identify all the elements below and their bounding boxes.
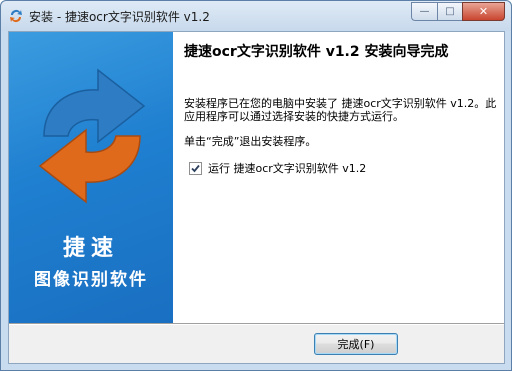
completion-description: 安装程序已在您的电脑中安装了 捷速ocr文字识别软件 v1.2。此应用程序可以通… bbox=[184, 97, 497, 123]
minimize-icon: — bbox=[419, 6, 430, 17]
installer-window: 安装 - 捷速ocr文字识别软件 v1.2 — □ ✕ 捷速 图像识别软件 捷速… bbox=[0, 0, 512, 371]
close-icon: ✕ bbox=[478, 5, 489, 18]
footer-divider bbox=[9, 323, 504, 325]
window-controls: — □ ✕ bbox=[411, 2, 505, 21]
finish-button[interactable]: 完成(F) bbox=[314, 333, 398, 355]
close-button[interactable]: ✕ bbox=[462, 2, 505, 21]
run-app-label: 运行 捷速ocr文字识别软件 v1.2 bbox=[208, 162, 367, 175]
maximize-button[interactable]: □ bbox=[437, 2, 462, 21]
minimize-button[interactable]: — bbox=[411, 2, 437, 21]
wizard-client-area: 捷速 图像识别软件 捷速ocr文字识别软件 v1.2 安装向导完成 安装程序已在… bbox=[8, 31, 505, 364]
finish-hint: 单击“完成”退出安装程序。 bbox=[184, 135, 317, 148]
title-bar[interactable]: 安装 - 捷速ocr文字识别软件 v1.2 — □ ✕ bbox=[1, 1, 511, 31]
banner-title: 捷速 bbox=[62, 236, 119, 261]
banner-subtitle: 图像识别软件 bbox=[34, 270, 148, 290]
maximize-icon: □ bbox=[445, 6, 455, 17]
checkmark-icon bbox=[191, 164, 200, 172]
wizard-content: 捷速ocr文字识别软件 v1.2 安装向导完成 安装程序已在您的电脑中安装了 捷… bbox=[173, 32, 504, 323]
refresh-arrows-logo-icon bbox=[38, 68, 146, 204]
run-app-checkbox[interactable] bbox=[189, 161, 202, 175]
page-title: 捷速ocr文字识别软件 v1.2 安装向导完成 bbox=[184, 44, 449, 60]
window-title: 安装 - 捷速ocr文字识别软件 v1.2 bbox=[29, 10, 210, 24]
run-app-option[interactable]: 运行 捷速ocr文字识别软件 v1.2 bbox=[189, 160, 366, 176]
wizard-banner: 捷速 图像识别软件 bbox=[9, 32, 173, 323]
app-icon bbox=[10, 10, 22, 23]
